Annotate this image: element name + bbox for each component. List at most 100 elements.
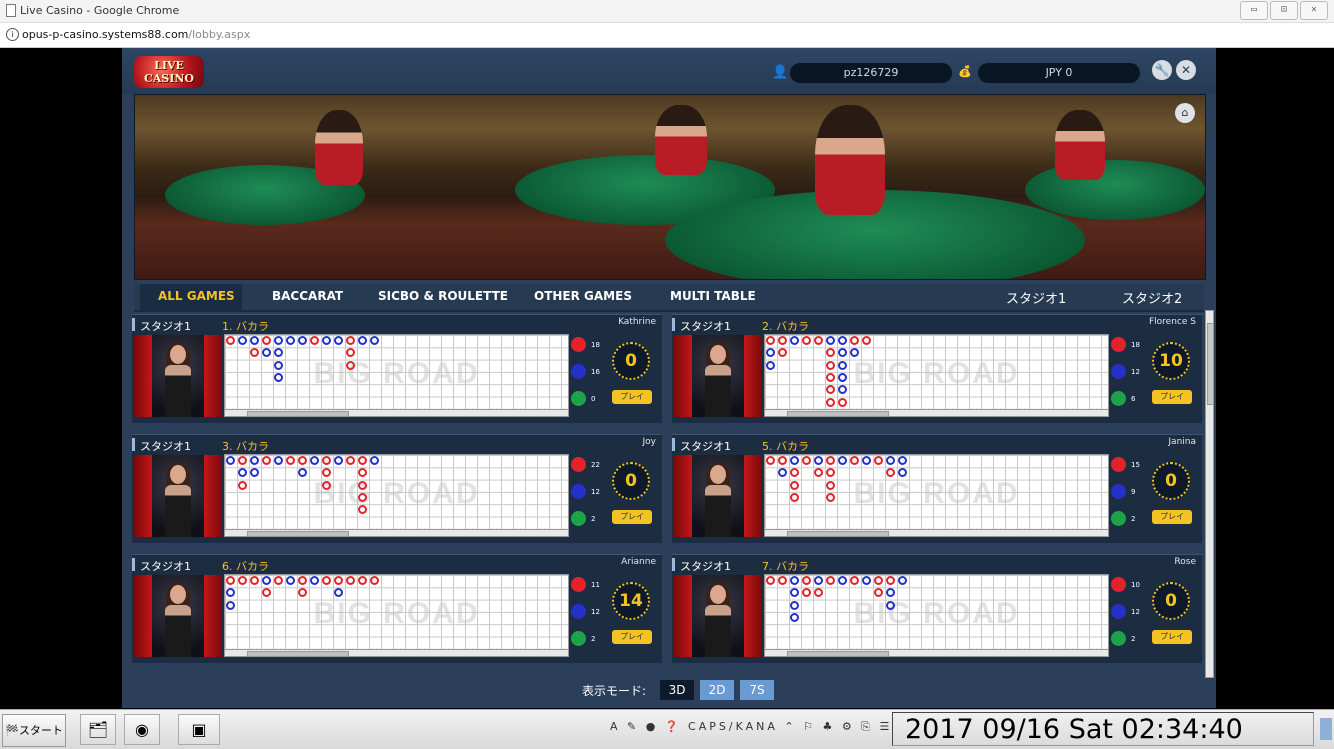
tie-ball-icon: [1111, 391, 1126, 406]
tab-baccarat[interactable]: BACCARAT: [272, 289, 343, 303]
tie-ball-icon: [1111, 511, 1126, 526]
road-scrollbar[interactable]: [764, 409, 1109, 417]
road-bead: [790, 492, 799, 502]
road-bead: [262, 588, 271, 598]
road-scrollbar[interactable]: [224, 529, 569, 537]
dealer-name: Janina: [1168, 437, 1196, 447]
table-studio-label: スタジオ1: [140, 320, 191, 333]
play-button[interactable]: プレイ: [612, 510, 652, 524]
dealer-portrait[interactable]: [674, 455, 762, 537]
mode-2d-button[interactable]: 2D: [700, 680, 734, 700]
tie-count: 2: [591, 515, 596, 523]
road-bead: [826, 385, 835, 395]
road-bead: [826, 480, 835, 490]
chrome-icon[interactable]: ◉: [124, 714, 160, 745]
studio-1-link[interactable]: スタジオ1: [1006, 288, 1066, 307]
dealer-portrait[interactable]: [674, 335, 762, 417]
banker-ball-icon: [1111, 457, 1126, 472]
baccarat-table-card[interactable]: スタジオ1 1. バカラ Kathrine BIG ROAD 18 16 0 0: [132, 314, 662, 423]
baccarat-table-card[interactable]: スタジオ1 5. バカラ Janina BIG ROAD 15 9 2 0 プレ…: [672, 434, 1202, 543]
address-bar[interactable]: i opus-p-casino.systems88.com/lobby.aspx: [0, 23, 1334, 48]
banker-count: 18: [591, 341, 600, 349]
tab-sicbo-roulette[interactable]: SICBO & ROULETTE: [378, 289, 508, 303]
big-road-watermark: BIG ROAD: [853, 597, 1020, 630]
play-button[interactable]: プレイ: [1152, 390, 1192, 404]
road-bead: [790, 336, 799, 345]
baccarat-table-card[interactable]: スタジオ1 3. バカラ Joy BIG ROAD 22 12 2 0 プレイ: [132, 434, 662, 543]
road-bead: [838, 348, 847, 358]
road-bead: [262, 336, 271, 345]
road-bead: [358, 576, 367, 585]
road-scrollbar[interactable]: [224, 409, 569, 417]
banker-ball-icon: [1111, 337, 1126, 352]
username-display: pz126729: [790, 63, 952, 83]
dealer-portrait[interactable]: [674, 575, 762, 657]
close-icon[interactable]: ✕: [1176, 60, 1196, 80]
big-road-grid: BIG ROAD: [224, 454, 569, 530]
road-bead: [274, 372, 283, 382]
balance-display: JPY 0: [978, 63, 1140, 83]
dealer-portrait[interactable]: [134, 575, 222, 657]
show-desktop-button[interactable]: [1320, 718, 1332, 740]
road-bead: [790, 480, 799, 490]
big-road-grid: BIG ROAD: [224, 574, 569, 650]
banker-count: 10: [1131, 581, 1140, 589]
tab-all-games[interactable]: ALL GAMES: [158, 289, 235, 303]
road-bead: [250, 456, 259, 465]
info-icon[interactable]: i: [6, 28, 19, 41]
baccarat-table-card[interactable]: スタジオ1 6. バカラ Arianne BIG ROAD 11 12 2 14: [132, 554, 662, 663]
tab-multi-table[interactable]: MULTI TABLE: [670, 289, 756, 303]
banker-count: 11: [591, 581, 600, 589]
road-bead: [358, 492, 367, 502]
table-list-scrollbar[interactable]: [1205, 310, 1214, 678]
baccarat-table-card[interactable]: スタジオ1 2. バカラ Florence S BIG ROAD 18 12 6…: [672, 314, 1202, 423]
result-stats: 18 16 0: [571, 337, 611, 417]
url-text[interactable]: opus-p-casino.systems88.com/lobby.aspx: [22, 28, 250, 41]
banker-ball-icon: [571, 337, 586, 352]
road-bead: [778, 576, 787, 585]
tab-other-games[interactable]: OTHER GAMES: [534, 289, 632, 303]
result-stats: 18 12 6: [1111, 337, 1151, 417]
player-count: 12: [1131, 608, 1140, 616]
start-button[interactable]: 🏁スタート: [2, 714, 66, 747]
mode-3d-button[interactable]: 3D: [660, 680, 694, 700]
road-bead: [226, 336, 235, 345]
mode-7s-button[interactable]: 7S: [740, 680, 774, 700]
play-button[interactable]: プレイ: [1152, 630, 1192, 644]
road-bead: [838, 336, 847, 345]
studio-2-link[interactable]: スタジオ2: [1122, 288, 1182, 307]
play-button[interactable]: プレイ: [1152, 510, 1192, 524]
road-bead: [322, 468, 331, 478]
road-bead: [274, 456, 283, 465]
road-scrollbar[interactable]: [764, 649, 1109, 657]
road-bead: [874, 588, 883, 598]
player-ball-icon: [571, 364, 586, 379]
road-bead: [790, 600, 799, 610]
wrench-icon[interactable]: 🔧: [1152, 60, 1172, 80]
dealer-portrait[interactable]: [134, 335, 222, 417]
road-bead: [778, 348, 787, 358]
maximize-button[interactable]: ⊡: [1270, 1, 1298, 20]
play-button[interactable]: プレイ: [612, 390, 652, 404]
road-scrollbar[interactable]: [224, 649, 569, 657]
camera-icon[interactable]: ⌂: [1175, 103, 1195, 123]
baccarat-table-card[interactable]: スタジオ1 7. バカラ Rose BIG ROAD 10 12 2 0 プレイ: [672, 554, 1202, 663]
play-button[interactable]: プレイ: [612, 630, 652, 644]
road-bead: [886, 468, 895, 478]
close-window-button[interactable]: ✕: [1300, 1, 1328, 20]
minimize-button[interactable]: ▭: [1240, 1, 1268, 20]
banker-ball-icon: [571, 577, 586, 592]
road-bead: [790, 456, 799, 465]
road-bead: [274, 360, 283, 370]
player-count: 12: [1131, 368, 1140, 376]
road-bead: [826, 360, 835, 370]
road-bead: [346, 576, 355, 585]
road-bead: [862, 336, 871, 345]
dealer-portrait[interactable]: [134, 455, 222, 537]
road-bead: [778, 336, 787, 345]
file-explorer-icon[interactable]: 🗂: [80, 714, 116, 745]
dealer-name: Rose: [1174, 557, 1196, 567]
camera-app-icon[interactable]: ▣: [178, 714, 220, 745]
road-bead: [850, 456, 859, 465]
road-scrollbar[interactable]: [764, 529, 1109, 537]
